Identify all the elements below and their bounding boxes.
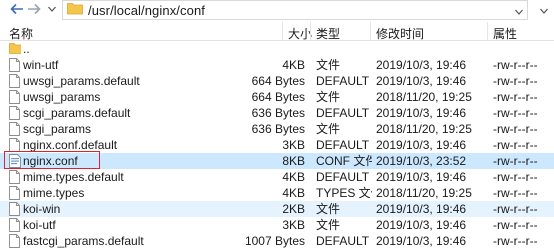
file-permissions: -rw-r--r-- <box>493 170 538 184</box>
column-divider[interactable] <box>487 22 488 40</box>
file-row[interactable]: uwsgi_params.default 664 Bytes DEFAULT .… <box>0 73 554 89</box>
file-size: 2KB <box>282 202 305 216</box>
file-row[interactable]: fastcgi_params.default 1007 Bytes DEFAUL… <box>0 233 554 248</box>
file-row[interactable]: scgi_params 636 Bytes 文件 2018/11/20, 19:… <box>0 121 554 137</box>
column-divider[interactable] <box>370 22 371 40</box>
file-size: 636 Bytes <box>251 106 305 120</box>
column-name[interactable]: 名称 <box>9 25 33 42</box>
file-modified: 2019/10/3, 19:46 <box>376 138 467 152</box>
file-size: 8KB <box>282 154 305 168</box>
file-list: .. win-utf 4KB 文件 2019/10/3, 19:46 -rw-r… <box>0 41 554 248</box>
file-type: 文件 <box>316 58 341 72</box>
column-divider[interactable] <box>282 22 283 40</box>
file-icon <box>9 234 21 248</box>
file-permissions: -rw-r--r-- <box>493 106 538 120</box>
file-row[interactable]: mime.types.default 4KB DEFAULT ... 2019/… <box>0 169 554 185</box>
file-size: 4KB <box>282 58 305 72</box>
file-type: 文件 <box>316 90 341 104</box>
file-icon <box>9 58 21 72</box>
forward-icon[interactable] <box>27 2 41 16</box>
file-type: DEFAULT ... <box>316 106 372 120</box>
column-type[interactable]: 类型 <box>316 25 340 42</box>
file-size: 1007 Bytes <box>244 234 305 248</box>
chevron-down-icon[interactable] <box>540 3 548 17</box>
chevron-down-icon[interactable] <box>515 4 523 18</box>
file-permissions: -rw-r--r-- <box>493 202 538 216</box>
file-icon <box>9 122 21 136</box>
file-type: DEFAULT ... <box>316 234 372 248</box>
address-bar[interactable]: /usr/local/nginx/conf <box>62 0 528 20</box>
file-permissions: -rw-r--r-- <box>493 234 538 248</box>
file-name: .. <box>23 42 30 56</box>
file-type: 文件 <box>316 202 341 216</box>
file-permissions: -rw-r--r-- <box>493 90 538 104</box>
back-icon[interactable] <box>10 2 24 16</box>
file-modified: 2018/11/20, 19:25 <box>376 122 472 136</box>
file-modified: 2019/10/3, 23:52 <box>376 154 467 168</box>
file-row[interactable]: mime.types 4KB TYPES 文件 2018/11/20, 19:2… <box>0 185 554 201</box>
file-modified: 2019/10/3, 19:46 <box>376 234 467 248</box>
file-icon <box>9 170 21 184</box>
file-modified: 2018/11/20, 19:25 <box>376 186 472 200</box>
file-row[interactable]: .. <box>0 41 554 57</box>
file-size: 4KB <box>282 186 305 200</box>
file-type: 文件 <box>316 218 341 232</box>
file-modified: 2019/10/3, 19:46 <box>376 218 467 232</box>
file-size: 664 Bytes <box>251 74 305 88</box>
file-permissions: -rw-r--r-- <box>493 58 538 72</box>
file-modified: 2019/10/3, 19:46 <box>376 74 467 88</box>
file-icon <box>9 90 21 104</box>
file-size: 636 Bytes <box>251 122 305 136</box>
file-icon <box>9 106 21 120</box>
file-modified: 2018/11/20, 19:25 <box>376 90 472 104</box>
file-modified: 2019/10/3, 19:46 <box>376 106 467 120</box>
column-attributes[interactable]: 属性 <box>493 25 517 42</box>
history-dropdown-icon[interactable] <box>45 2 59 16</box>
file-icon <box>9 138 21 152</box>
file-permissions: -rw-r--r-- <box>493 74 538 88</box>
file-row[interactable]: nginx.conf 8KB CONF 文件 2019/10/3, 23:52 … <box>0 153 554 169</box>
file-row[interactable]: koi-utf 3KB 文件 2019/10/3, 19:46 -rw-r--r… <box>0 217 554 233</box>
file-icon <box>9 202 21 216</box>
folder-icon <box>9 42 21 56</box>
file-size: 3KB <box>282 218 305 232</box>
file-row[interactable]: nginx.conf.default 3KB DEFAULT ... 2019/… <box>0 137 554 153</box>
file-modified: 2019/10/3, 19:46 <box>376 202 467 216</box>
folder-icon <box>67 2 83 18</box>
file-permissions: -rw-r--r-- <box>493 218 538 232</box>
column-header: 名称 大小 类型 修改时间 属性 <box>0 22 554 41</box>
file-permissions: -rw-r--r-- <box>493 154 538 168</box>
file-type: DEFAULT ... <box>316 170 372 184</box>
column-divider[interactable] <box>310 22 311 40</box>
address-path: /usr/local/nginx/conf <box>88 2 205 18</box>
file-row[interactable]: koi-win 2KB 文件 2019/10/3, 19:46 -rw-r--r… <box>0 201 554 217</box>
file-modified: 2019/10/3, 19:46 <box>376 58 467 72</box>
column-size[interactable]: 大小 <box>288 25 312 42</box>
file-size: 3KB <box>282 138 305 152</box>
file-row[interactable]: win-utf 4KB 文件 2019/10/3, 19:46 -rw-r--r… <box>0 57 554 73</box>
file-permissions: -rw-r--r-- <box>493 138 538 152</box>
navigation-bar: /usr/local/nginx/conf <box>0 0 554 20</box>
file-row[interactable]: uwsgi_params 664 Bytes 文件 2018/11/20, 19… <box>0 89 554 105</box>
file-icon <box>9 74 21 88</box>
column-modified[interactable]: 修改时间 <box>376 25 424 42</box>
file-size: 664 Bytes <box>251 90 305 104</box>
file-size: 4KB <box>282 170 305 184</box>
file-icon <box>9 218 21 232</box>
file-permissions: -rw-r--r-- <box>493 186 538 200</box>
file-type: CONF 文件 <box>316 154 372 168</box>
file-type: 文件 <box>316 122 341 136</box>
file-icon <box>9 186 21 200</box>
config-file-icon <box>9 154 21 168</box>
file-row[interactable]: scgi_params.default 636 Bytes DEFAULT ..… <box>0 105 554 121</box>
file-type: TYPES 文件 <box>316 186 372 200</box>
file-type: DEFAULT ... <box>316 138 372 152</box>
file-modified: 2019/10/3, 19:46 <box>376 170 467 184</box>
file-permissions: -rw-r--r-- <box>493 122 538 136</box>
file-type: DEFAULT ... <box>316 74 372 88</box>
